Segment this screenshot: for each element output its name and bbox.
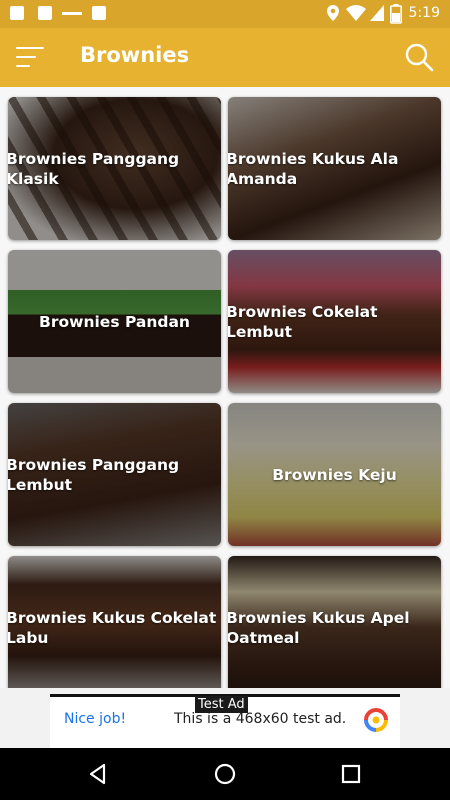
recipe-card[interactable]: Brownies Panggang Klasik: [8, 97, 221, 240]
ad-label: Test Ad: [195, 696, 248, 713]
ad-body: This is a 468x60 test ad.: [174, 711, 347, 727]
signal-icon: [370, 5, 384, 21]
search-icon[interactable]: [404, 42, 434, 72]
back-icon[interactable]: [86, 762, 110, 786]
clock: 5:19: [408, 5, 440, 21]
recipe-card-title: Brownies Kukus Ala Amanda: [228, 149, 399, 188]
status-bar: 5:19: [0, 0, 450, 28]
notification-icon: [92, 6, 106, 20]
recipe-card-title: Brownies Keju: [272, 465, 397, 484]
notification-icon: [62, 12, 82, 15]
ad-headline: Nice job!: [64, 711, 127, 727]
location-icon: [327, 5, 339, 21]
recipe-card[interactable]: Brownies Keju: [228, 403, 441, 546]
recipe-card-title: Brownies Panggang Lembut: [8, 455, 180, 494]
page-title: Brownies: [80, 43, 190, 67]
recents-icon[interactable]: [339, 762, 363, 786]
menu-icon[interactable]: [16, 45, 46, 69]
recipe-card[interactable]: Brownies Kukus Cokelat Labu: [8, 556, 221, 688]
system-nav-bar: [0, 748, 450, 800]
recipe-card[interactable]: Brownies Pandan: [8, 250, 221, 393]
wifi-icon: [346, 5, 366, 21]
ad-area: Test Ad Nice job! This is a 468x60 test …: [0, 688, 450, 748]
recipe-card-title: Brownies Pandan: [39, 312, 190, 331]
recipe-card[interactable]: Brownies Panggang Lembut: [8, 403, 221, 546]
recipe-card-title: Brownies Panggang Klasik: [8, 149, 180, 188]
notification-icon: [38, 6, 52, 20]
app-bar: Brownies: [0, 28, 450, 87]
recipe-card[interactable]: Brownies Kukus Ala Amanda: [228, 97, 441, 240]
recipe-card-title: Brownies Cokelat Lembut: [228, 302, 378, 341]
ad-logo-icon: [364, 708, 388, 732]
recipe-card[interactable]: Brownies Kukus Apel Oatmeal: [228, 556, 441, 688]
battery-icon: [390, 4, 402, 24]
notification-icon: [10, 6, 24, 20]
recipe-card-title: Brownies Kukus Apel Oatmeal: [228, 608, 410, 647]
recipe-card[interactable]: Brownies Cokelat Lembut: [228, 250, 441, 393]
home-icon[interactable]: [213, 762, 237, 786]
recipe-card-title: Brownies Kukus Cokelat Labu: [8, 608, 217, 647]
recipe-grid: Brownies Panggang Klasik Brownies Kukus …: [0, 87, 450, 688]
